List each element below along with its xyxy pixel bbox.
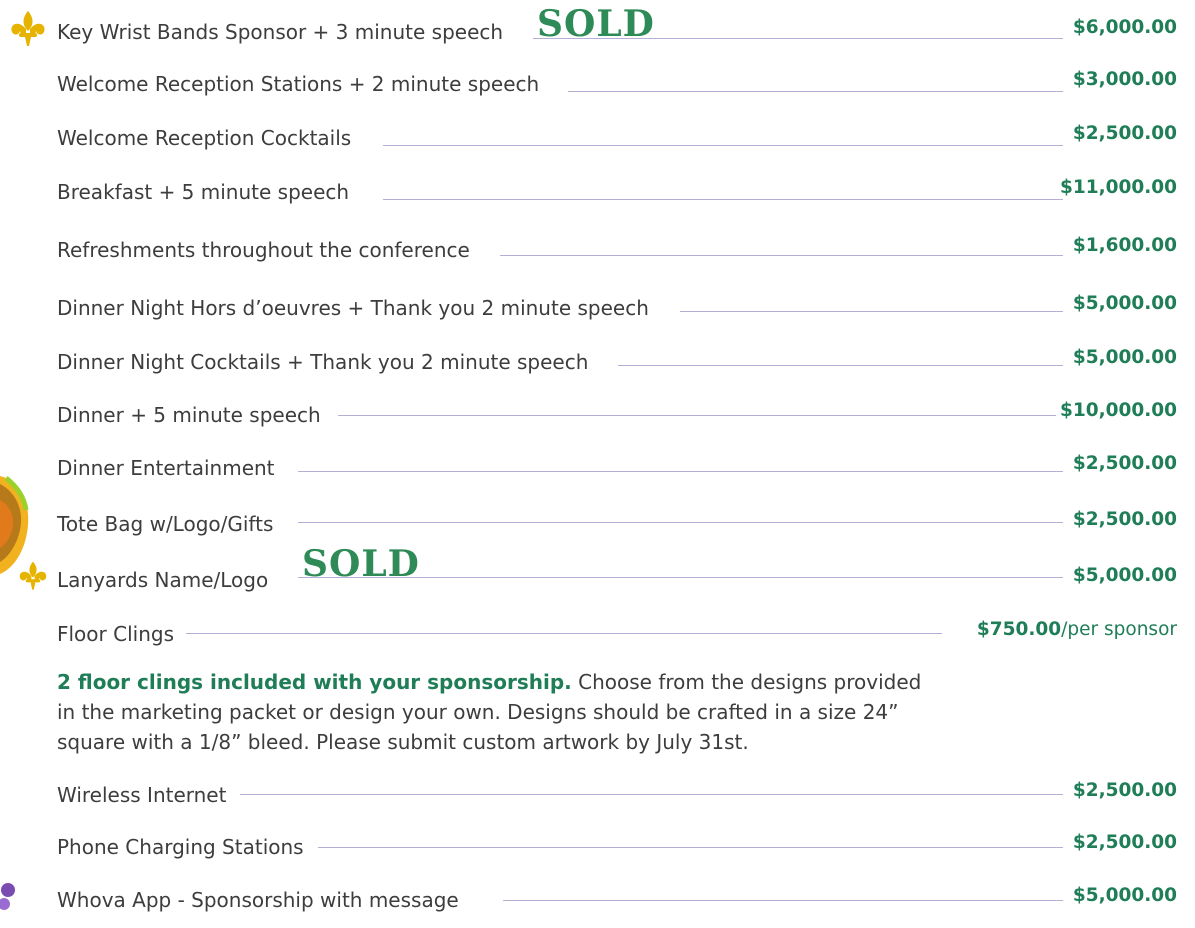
sold-stamp: SOLD [302,543,420,585]
row-label: Floor Clings [57,622,174,646]
sponsorship-row: Phone Charging Stations $2,500.00 [0,832,1195,875]
row-price: $1,600.00 [1072,235,1177,256]
leader-line [503,900,1063,901]
row-label: Lanyards Name/Logo [57,568,269,592]
leader-line [568,91,1063,92]
leader-line [318,847,1063,848]
row-label: Key Wrist Bands Sponsor + 3 minute speec… [57,20,504,44]
row-price: $750.00/per sponsor [977,618,1177,642]
floor-clings-note: 2 floor clings included with your sponso… [57,667,937,757]
row-label: Dinner Night Hors d’oeuvres + Thank you … [57,296,649,320]
row-label: Dinner Entertainment [57,456,275,480]
sponsorship-row: Dinner + 5 minute speech $10,000.00 [0,400,1195,443]
leader-line [383,199,1063,200]
sold-stamp: SOLD [537,3,655,45]
sponsorship-row: Floor Clings $750.00/per sponsor [0,619,1195,662]
sponsorship-row: Wireless Internet $2,500.00 [0,780,1195,823]
row-price-unit: /per sponsor [1061,619,1177,640]
row-label: Dinner Night Cocktails + Thank you 2 min… [57,350,589,374]
row-label: Welcome Reception Stations + 2 minute sp… [57,72,540,96]
row-price: $5,000.00 [1072,293,1177,314]
sponsorship-row: Dinner Night Cocktails + Thank you 2 min… [0,347,1195,390]
leader-line [383,145,1063,146]
row-price: $11,000.00 [1059,177,1177,198]
sponsorship-row: Breakfast + 5 minute speech $11,000.00 [0,177,1195,220]
row-price: $2,500.00 [1072,509,1177,530]
row-label: Whova App - Sponsorship with message [57,888,459,912]
row-price: $5,000.00 [1072,885,1177,906]
leader-line [298,471,1063,472]
row-price-value: $750.00 [976,619,1062,640]
row-price: $2,500.00 [1072,780,1177,801]
sponsorship-row: Welcome Reception Cocktails $2,500.00 [0,123,1195,166]
leader-line [298,522,1063,523]
row-label: Dinner + 5 minute speech [57,403,321,427]
sponsorship-row: Key Wrist Bands Sponsor + 3 minute speec… [0,6,1195,60]
sponsorship-row: Dinner Entertainment $2,500.00 [0,453,1195,496]
row-price: $5,000.00 [1072,565,1177,586]
sponsorship-row: Dinner Night Hors d’oeuvres + Thank you … [0,293,1195,336]
sponsorship-row: Whova App - Sponsorship with message $5,… [0,885,1195,928]
row-label: Refreshments throughout the conference [57,238,470,262]
row-price: $5,000.00 [1072,347,1177,368]
row-price: $10,000.00 [1059,400,1177,421]
leader-line [680,311,1063,312]
row-price: $3,000.00 [1072,69,1177,90]
row-price: $6,000.00 [1072,17,1177,38]
row-price: $2,500.00 [1072,832,1177,853]
sponsorship-row: Tote Bag w/Logo/Gifts $2,500.00 [0,509,1195,552]
row-price: $2,500.00 [1072,123,1177,144]
row-price: $2,500.00 [1072,453,1177,474]
row-label: Breakfast + 5 minute speech [57,180,350,204]
leader-line [500,255,1063,256]
leader-line [240,794,1063,795]
sponsorship-row: Welcome Reception Stations + 2 minute sp… [0,69,1195,112]
leader-line [186,633,942,634]
leader-line [618,365,1063,366]
sponsorship-row: Refreshments throughout the conference $… [0,235,1195,278]
row-label: Phone Charging Stations [57,835,304,859]
row-label: Tote Bag w/Logo/Gifts [57,512,274,536]
note-bold: 2 floor clings included with your sponso… [57,670,572,694]
row-label: Welcome Reception Cocktails [57,126,352,150]
sponsorship-row: Lanyards Name/Logo SOLD $5,000.00 [0,546,1195,608]
leader-line [338,415,1056,416]
row-label: Wireless Internet [57,783,227,807]
